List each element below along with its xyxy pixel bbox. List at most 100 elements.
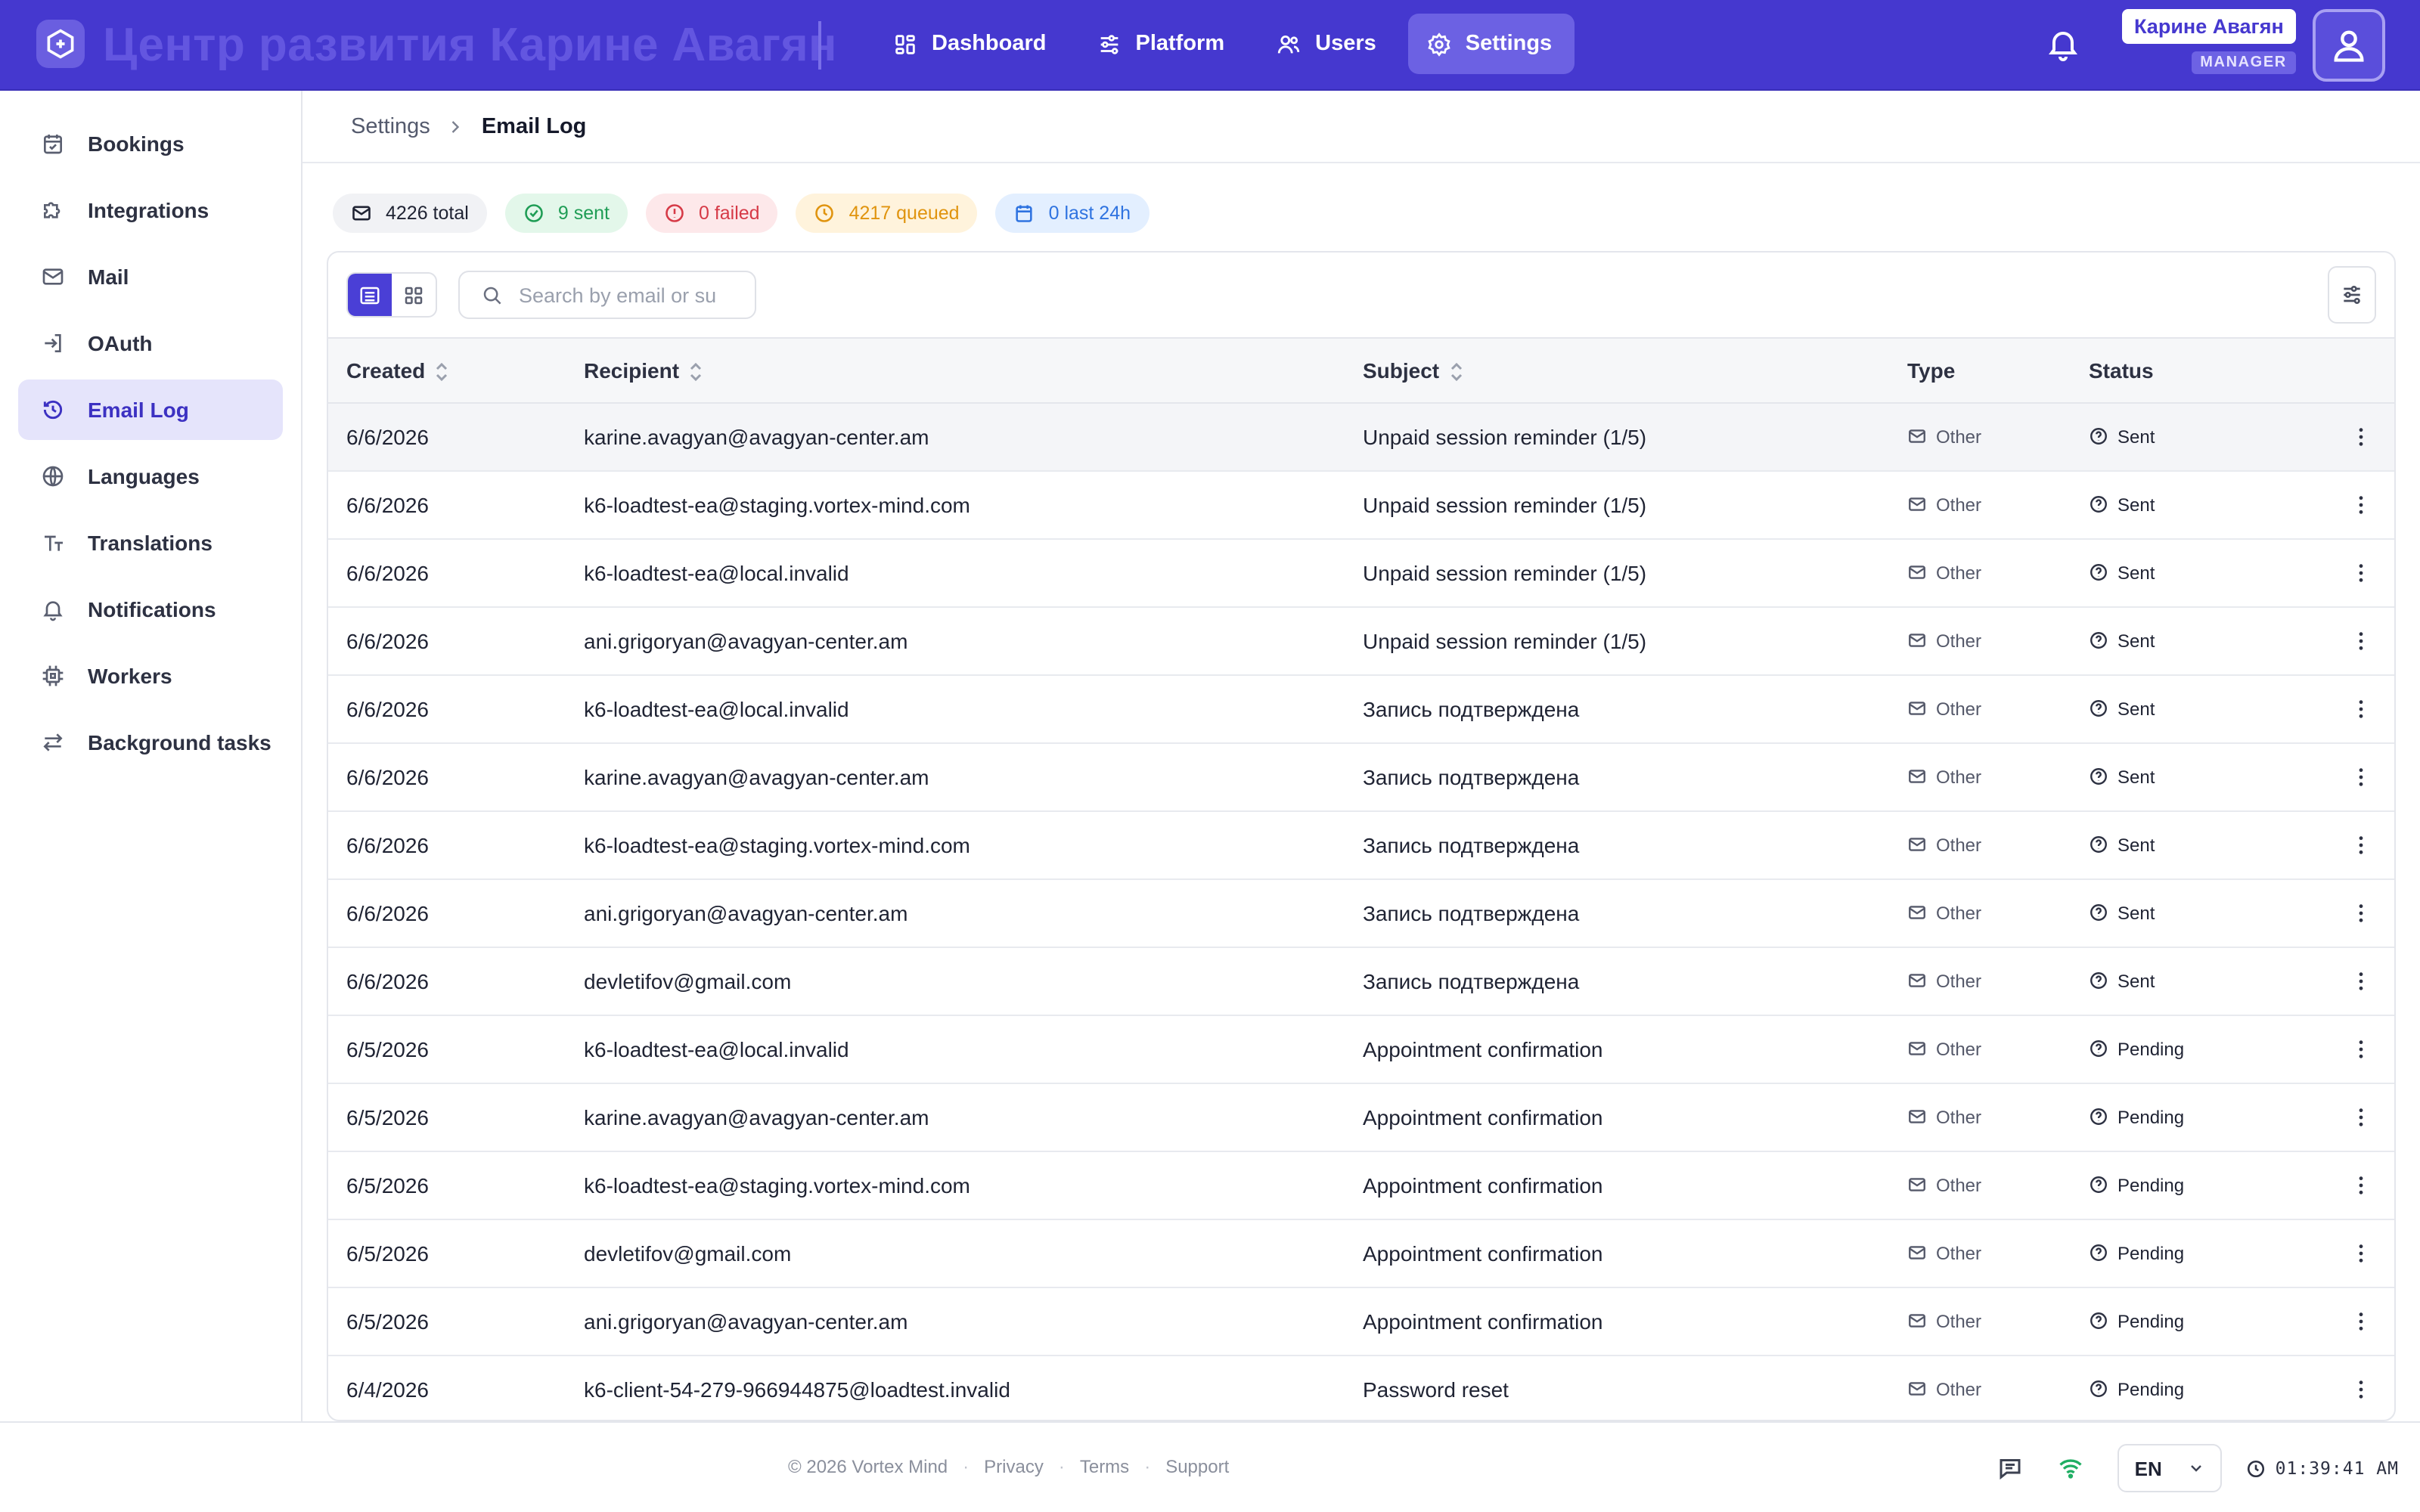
help-circle-icon xyxy=(2090,1040,2107,1057)
table-row[interactable]: 6/6/2026 k6-loadtest-ea@staging.vortex-mi… xyxy=(328,810,2394,878)
footer-dot: · xyxy=(1144,1456,1151,1477)
type-label: Other xyxy=(1936,766,1982,787)
more-vertical-icon xyxy=(2359,1108,2363,1126)
sidebar-item-translations[interactable]: Translations xyxy=(18,513,283,573)
cell-subject: Запись подтверждена xyxy=(1363,696,1580,720)
column-created[interactable]: Created xyxy=(328,339,566,403)
row-actions-button[interactable] xyxy=(2331,1173,2394,1197)
table-row[interactable]: 6/5/2026 karine.avagyan@avagyan-center.am… xyxy=(328,1083,2394,1151)
clock-time: 01:39:41 AM xyxy=(2275,1458,2399,1479)
table-row[interactable]: 6/5/2026 k6-loadtest-ea@staging.vortex-mi… xyxy=(328,1151,2394,1219)
nav-settings[interactable]: Settings xyxy=(1407,14,1575,74)
sidebar-item-integrations[interactable]: Integrations xyxy=(18,180,283,240)
sidebar-item-label: Workers xyxy=(88,664,172,688)
row-actions-button[interactable] xyxy=(2331,1036,2394,1061)
cell-subject: Unpaid session reminder (1/5) xyxy=(1363,628,1647,652)
sidebar-item-notifications[interactable]: Notifications xyxy=(18,579,283,640)
table-row[interactable]: 6/5/2026 k6-loadtest-ea@local.invalid Appo… xyxy=(328,1015,2394,1083)
cell-actions xyxy=(2313,402,2394,470)
cell-actions xyxy=(2313,470,2394,538)
nav-platform[interactable]: Platform xyxy=(1078,14,1248,74)
table-row[interactable]: 6/5/2026 devletifov@gmail.com Appointment … xyxy=(328,1219,2394,1287)
language-select[interactable]: EN xyxy=(2118,1444,2223,1492)
table-row[interactable]: 6/6/2026 devletifov@gmail.com Запись подтв… xyxy=(328,947,2394,1015)
help-circle-icon xyxy=(2090,1380,2107,1397)
row-actions-button[interactable] xyxy=(2331,424,2394,448)
row-actions-button[interactable] xyxy=(2331,1241,2394,1265)
cell-actions xyxy=(2313,538,2394,606)
clock-icon xyxy=(815,204,834,222)
cell-status: Sent xyxy=(2071,538,2313,606)
type-label: Other xyxy=(1936,494,1982,515)
table-row[interactable]: 6/6/2026 k6-loadtest-ea@local.invalid Запи… xyxy=(328,674,2394,742)
server-clock: 01:39:41 AM xyxy=(2247,1458,2399,1479)
cell-type: Other xyxy=(1889,402,2071,470)
table-row[interactable]: 6/6/2026 karine.avagyan@avagyan-center.am… xyxy=(328,742,2394,810)
globe-icon xyxy=(42,466,64,487)
type-label: Other xyxy=(1936,426,1982,447)
sidebar-item-bookings[interactable]: Bookings xyxy=(18,113,283,174)
sidebar-item-label: Languages xyxy=(88,464,200,488)
nav-users[interactable]: Users xyxy=(1256,14,1399,74)
table-row[interactable]: 6/6/2026 ani.grigoryan@avagyan-center.am U… xyxy=(328,606,2394,674)
row-actions-button[interactable] xyxy=(2331,696,2394,720)
sidebar-item-background-tasks[interactable]: Background tasks xyxy=(18,712,283,773)
chat-button[interactable] xyxy=(1997,1455,2024,1482)
column-recipient[interactable]: Recipient xyxy=(566,339,1345,403)
list-view-button[interactable] xyxy=(348,274,392,316)
cell-status: Pending xyxy=(2071,1015,2313,1083)
row-actions-button[interactable] xyxy=(2331,560,2394,584)
table-row[interactable]: 6/6/2026 k6-loadtest-ea@local.invalid Unpa… xyxy=(328,538,2394,606)
user-name: Карине Авагян xyxy=(2122,9,2296,44)
cell-subject: Запись подтверждена xyxy=(1363,764,1580,789)
footer-link-privacy[interactable]: Privacy xyxy=(984,1456,1044,1477)
more-vertical-icon xyxy=(2359,1312,2363,1330)
user-chip[interactable]: Карине Авагян MANAGER xyxy=(2122,9,2296,74)
table-row[interactable]: 6/6/2026 karine.avagyan@avagyan-center.am… xyxy=(328,402,2394,470)
row-actions-button[interactable] xyxy=(2331,1105,2394,1129)
calendar-check-icon xyxy=(44,135,62,154)
cell-recipient: k6-loadtest-ea@local.invalid xyxy=(584,1036,849,1061)
row-actions-button[interactable] xyxy=(2331,764,2394,789)
row-actions-button[interactable] xyxy=(2331,832,2394,857)
row-actions-button[interactable] xyxy=(2331,900,2394,925)
more-vertical-icon xyxy=(2359,495,2363,513)
grid-view-button[interactable] xyxy=(392,274,436,316)
avatar-button[interactable] xyxy=(2313,9,2385,82)
columns-settings-button[interactable] xyxy=(2328,266,2376,324)
sidebar-item-mail[interactable]: Mail xyxy=(18,246,283,307)
sort-icon xyxy=(690,362,702,381)
help-circle-icon xyxy=(2090,904,2107,921)
sidebar-item-workers[interactable]: Workers xyxy=(18,646,283,706)
table-row[interactable]: 6/6/2026 ani.grigoryan@avagyan-center.am З… xyxy=(328,878,2394,947)
breadcrumb-parent[interactable]: Settings xyxy=(351,114,430,138)
notifications-button[interactable] xyxy=(2045,26,2081,62)
row-actions-button[interactable] xyxy=(2331,968,2394,993)
table-row[interactable]: 6/6/2026 k6-loadtest-ea@staging.vortex-mi… xyxy=(328,470,2394,538)
footer-link-support[interactable]: Support xyxy=(1165,1456,1229,1477)
email-log-card: Created Recipient Subject Type Status 6/… xyxy=(327,251,2396,1421)
table-row[interactable]: 6/5/2026 ani.grigoryan@avagyan-center.am A… xyxy=(328,1287,2394,1355)
more-vertical-icon xyxy=(2359,971,2363,990)
cell-subject: Запись подтверждена xyxy=(1363,832,1580,857)
app-logo[interactable] xyxy=(36,20,85,68)
row-actions-button[interactable] xyxy=(2331,1309,2394,1333)
cell-actions xyxy=(2313,1355,2394,1420)
mail-icon xyxy=(1909,838,1925,851)
row-actions-button[interactable] xyxy=(2331,628,2394,652)
sidebar-item-languages[interactable]: Languages xyxy=(18,446,283,507)
row-actions-button[interactable] xyxy=(2331,492,2394,516)
footer-link-terms[interactable]: Terms xyxy=(1080,1456,1129,1477)
table-row[interactable]: 6/4/2026 k6-client-54-279-966944875@loadt… xyxy=(328,1355,2394,1420)
more-vertical-icon xyxy=(2359,1244,2363,1262)
sidebar-item-oauth[interactable]: OAuth xyxy=(18,313,283,373)
cell-actions xyxy=(2313,674,2394,742)
nav-dashboard[interactable]: Dashboard xyxy=(874,14,1069,74)
search-input[interactable] xyxy=(519,284,731,306)
cell-created: 6/5/2026 xyxy=(346,1105,429,1129)
type-label: Other xyxy=(1936,562,1982,583)
row-actions-button[interactable] xyxy=(2331,1377,2394,1401)
stat-failed-label: 0 failed xyxy=(698,203,760,224)
sidebar-item-email-log[interactable]: Email Log xyxy=(18,380,283,440)
column-subject[interactable]: Subject xyxy=(1345,339,1889,403)
